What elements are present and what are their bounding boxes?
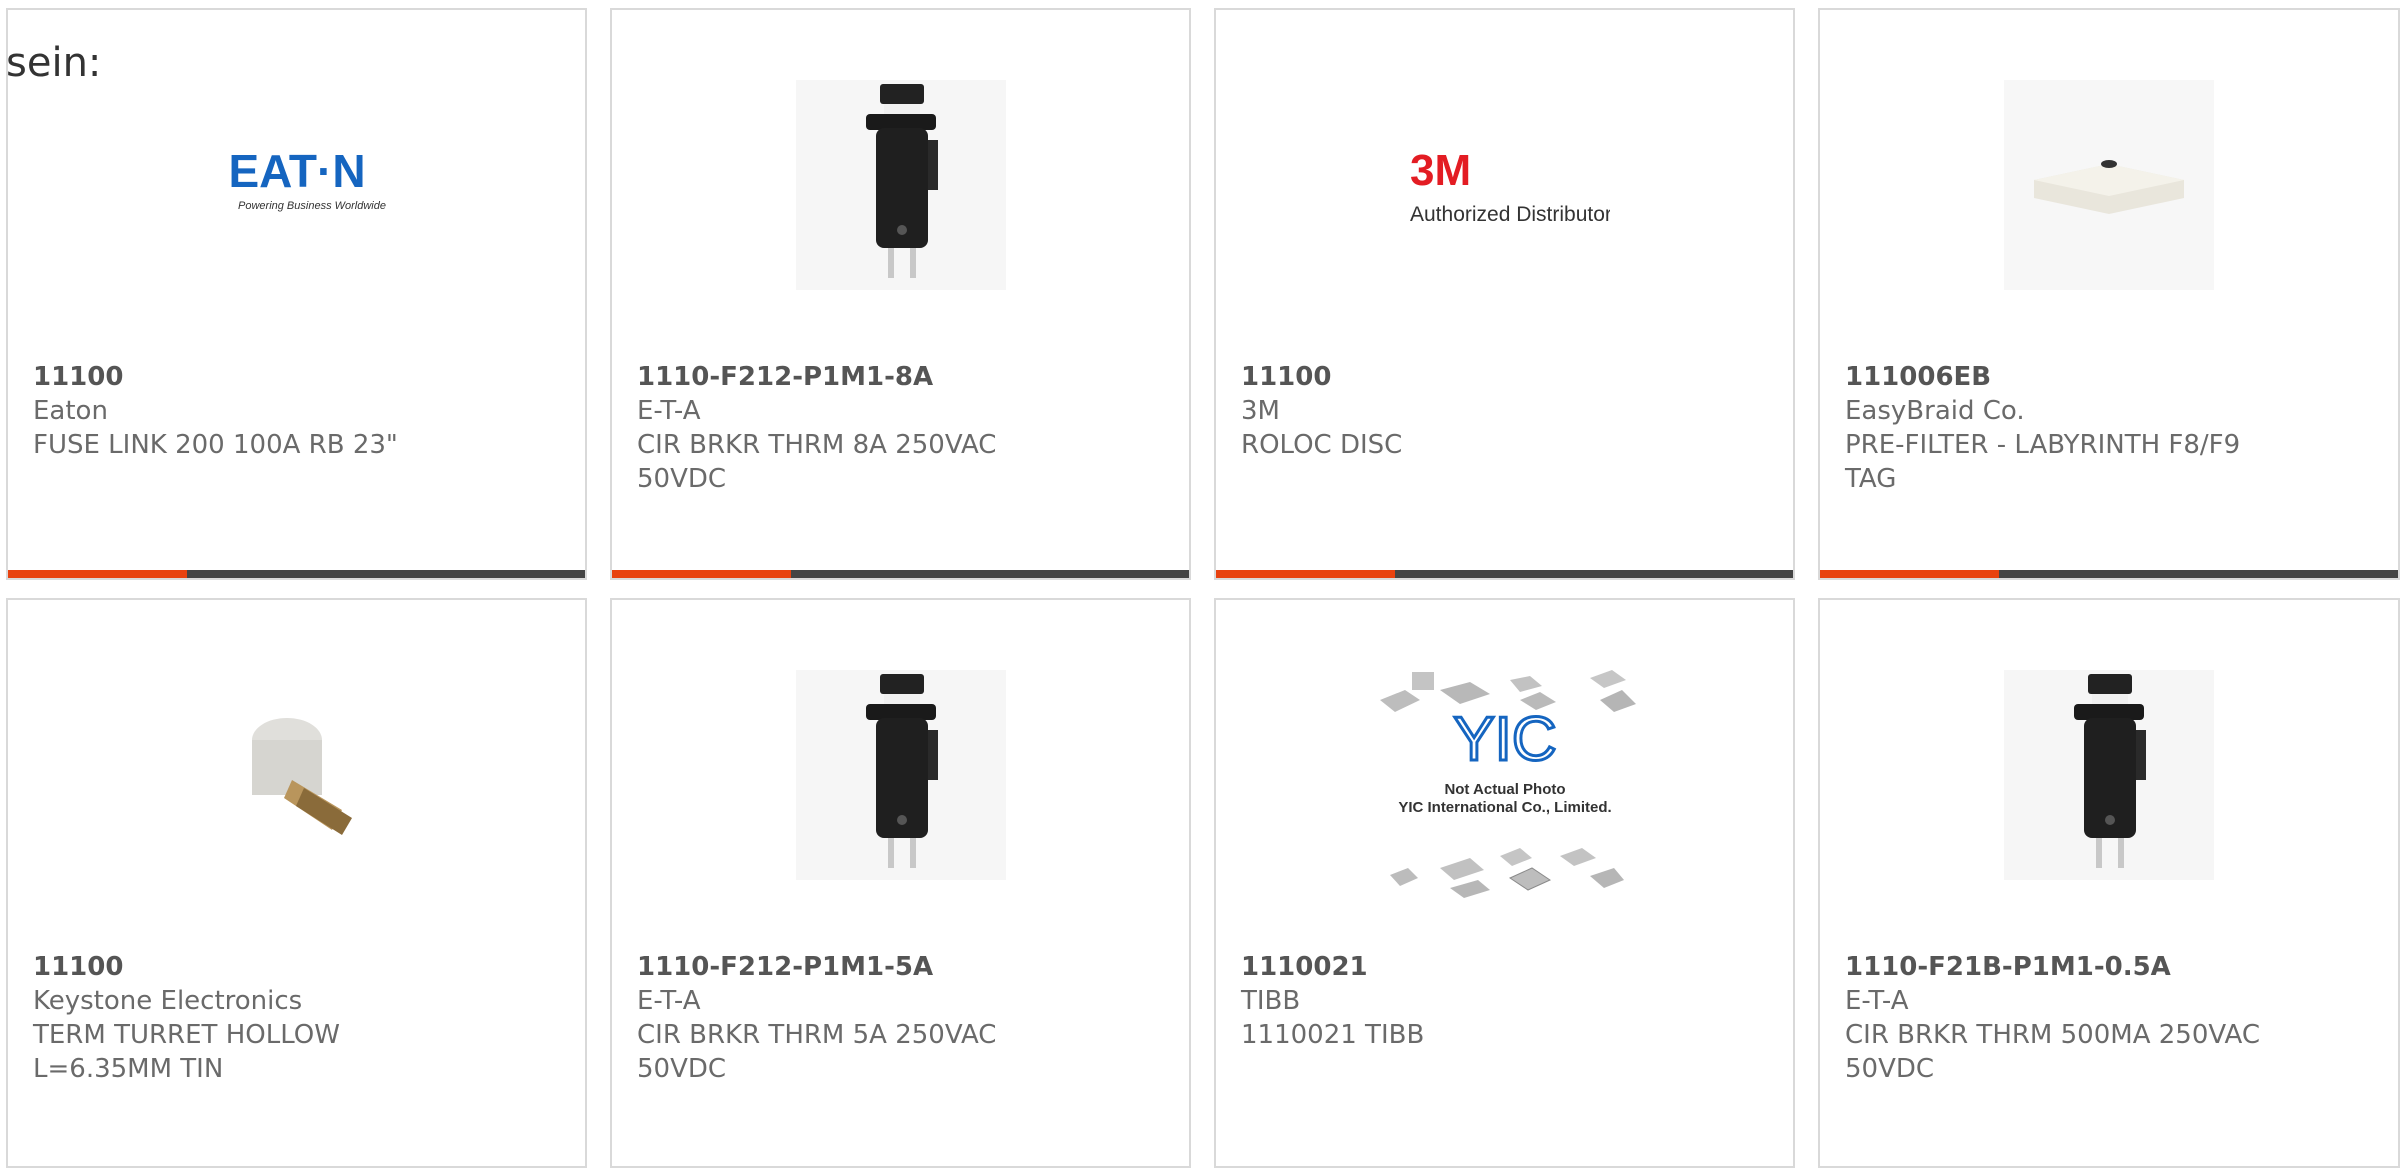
card-bottom-bar [8,570,585,578]
card-bottom-bar [1216,570,1793,578]
product-image [2004,670,2214,880]
description-line-1: TERM TURRET HOLLOW [33,1020,340,1050]
description-line-2: L=6.35MM TIN [33,1054,224,1084]
description-line-1: FUSE LINK 200 100A RB 23" [33,430,398,460]
product-card[interactable]: 1110-F212-P1M1-8A E-T-A CIR BRKR THRM 8A… [610,8,1191,580]
manufacturer: E-T-A [637,396,701,426]
product-card[interactable]: 11100 Keystone Electronics TERM TURRET H… [6,598,587,1168]
svg-text:EAT·N: EAT·N [228,145,365,197]
product-info: 11100 Eaton FUSE LINK 200 100A RB 23" [33,360,565,462]
card-bottom-bar [612,570,1189,578]
circuit-breaker-icon [795,80,1006,290]
description-line-1: 1110021 TIBB [1241,1020,1425,1050]
description-line-2: TAG [1845,464,1897,494]
card-accent-bar [612,570,791,578]
manufacturer: Eaton [33,396,108,426]
product-card[interactable]: YIC Not Actual Photo YIC International C… [1214,598,1795,1168]
description-line-2: 50VDC [637,464,727,494]
manufacturer: TIBB [1241,986,1301,1016]
svg-text:Not Actual Photo: Not Actual Photo [1444,781,1565,798]
description-line-2: 50VDC [637,1054,727,1084]
svg-text:Powering Business Worldwide: Powering Business Worldwide [238,200,386,212]
description-line-2: 50VDC [1845,1054,1935,1084]
svg-text:3M: 3M [1410,146,1471,195]
manufacturer: EasyBraid Co. [1845,396,2025,426]
part-number-link[interactable]: 1110-F212-P1M1-5A [637,950,1169,984]
description-line-1: ROLOC DISC [1241,430,1403,460]
card-accent-bar [1820,570,2000,578]
manufacturer: E-T-A [1845,986,1909,1016]
circuit-breaker-icon [795,670,1006,880]
product-info: 1110-F212-P1M1-8A E-T-A CIR BRKR THRM 8A… [637,360,1169,496]
product-grid: EAT·N Powering Business Worldwide 11100 … [0,0,2400,1168]
manufacturer: E-T-A [637,986,701,1016]
product-image: EAT·N Powering Business Worldwide [192,80,402,290]
product-info: 1110-F212-P1M1-5A E-T-A CIR BRKR THRM 5A… [637,950,1169,1086]
product-card[interactable]: 1110-F21B-P1M1-0.5A E-T-A CIR BRKR THRM … [1818,598,2400,1168]
product-info: 11100 Keystone Electronics TERM TURRET H… [33,950,565,1086]
3m-logo-icon: 3M Authorized Distributor [1410,146,1610,226]
product-image: YIC Not Actual Photo YIC International C… [1360,660,1650,920]
turret-terminal-icon [191,670,402,880]
product-card[interactable]: 111006EB EasyBraid Co. PRE-FILTER - LABY… [1818,8,2400,580]
part-number-link[interactable]: 11100 [33,950,565,984]
product-info: 111006EB EasyBraid Co. PRE-FILTER - LABY… [1845,360,2378,496]
intro-text: sein: [6,40,102,86]
product-image [795,80,1006,290]
product-info: 1110-F21B-P1M1-0.5A E-T-A CIR BRKR THRM … [1845,950,2378,1086]
circuit-breaker-icon [2004,670,2214,880]
product-image: 3M Authorized Distributor [1400,80,1610,290]
product-info: 11100 3M ROLOC DISC [1241,360,1773,462]
svg-text:Authorized Distributor: Authorized Distributor [1410,203,1610,226]
product-image [2004,80,2214,290]
description-line-1: PRE-FILTER - LABYRINTH F8/F9 [1845,430,2241,460]
description-line-1: CIR BRKR THRM 500MA 250VAC [1845,1020,2260,1050]
description-line-1: CIR BRKR THRM 5A 250VAC [637,1020,997,1050]
part-number-link[interactable]: 11100 [1241,360,1773,394]
manufacturer: Keystone Electronics [33,986,303,1016]
product-image [795,670,1006,880]
card-accent-bar [1216,570,1395,578]
product-card[interactable]: 1110-F212-P1M1-5A E-T-A CIR BRKR THRM 5A… [610,598,1191,1168]
part-number-link[interactable]: 1110-F212-P1M1-8A [637,360,1169,394]
yic-placeholder-icon: YIC Not Actual Photo YIC International C… [1379,670,1636,898]
product-card[interactable]: EAT·N Powering Business Worldwide 11100 … [6,8,587,580]
eaton-logo-icon: EAT·N Powering Business Worldwide [228,145,386,212]
product-card[interactable]: 3M Authorized Distributor 11100 3M ROLOC… [1214,8,1795,580]
part-number-link[interactable]: 111006EB [1845,360,2378,394]
filter-pad-icon [2004,80,2214,290]
description-line-1: CIR BRKR THRM 8A 250VAC [637,430,997,460]
product-image [191,670,402,880]
card-bottom-bar [1820,570,2398,578]
part-number-link[interactable]: 11100 [33,360,565,394]
svg-text:YIC International Co., Limited: YIC International Co., Limited. [1398,799,1611,816]
svg-text:YIC: YIC [1453,705,1556,774]
part-number-link[interactable]: 1110-F21B-P1M1-0.5A [1845,950,2378,984]
card-accent-bar [8,570,187,578]
manufacturer: 3M [1241,396,1280,426]
product-info: 1110021 TIBB 1110021 TIBB [1241,950,1773,1052]
part-number-link[interactable]: 1110021 [1241,950,1773,984]
